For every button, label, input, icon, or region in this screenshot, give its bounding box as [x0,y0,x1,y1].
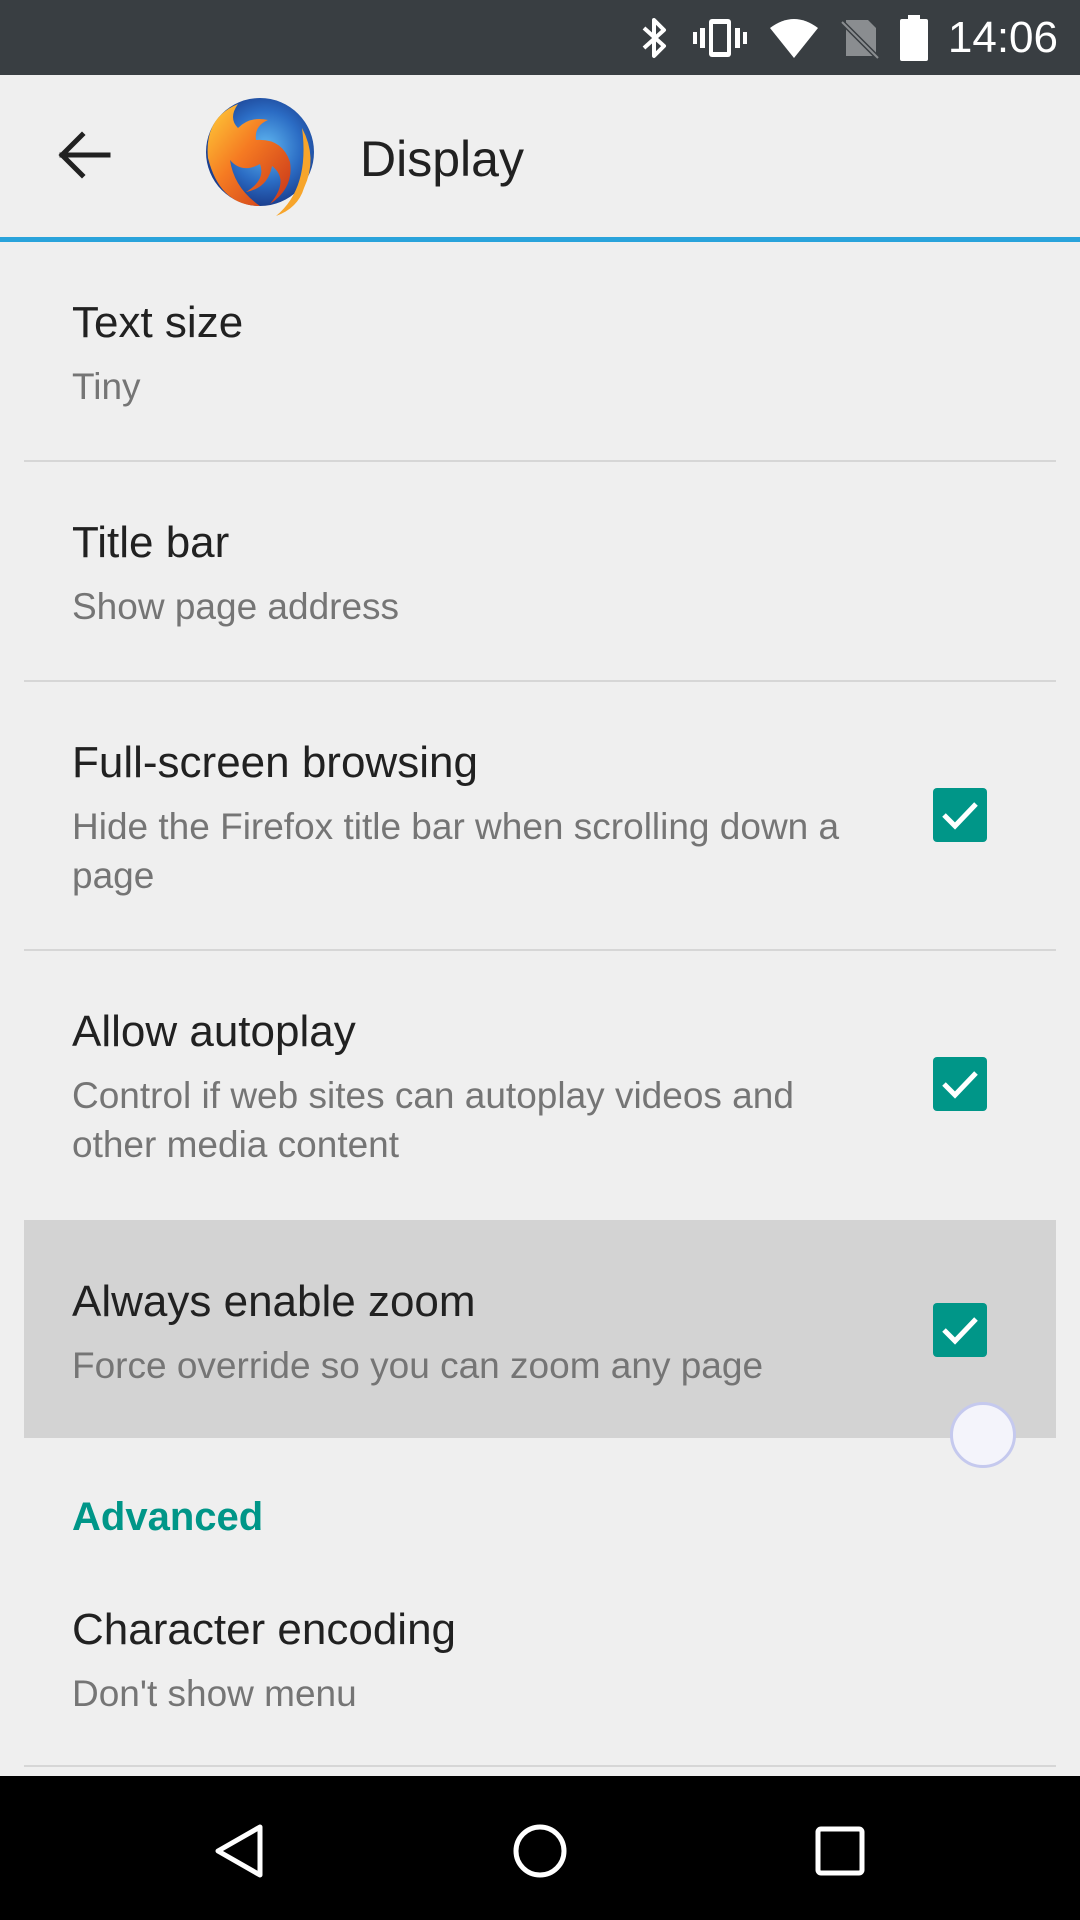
pref-always-enable-zoom[interactable]: Always enable zoom Force override so you… [24,1220,1056,1438]
pref-summary: Tiny [72,366,141,407]
divider [24,1765,1056,1767]
divider [24,949,1056,951]
nav-home-button[interactable] [495,1806,585,1896]
back-button[interactable] [44,115,124,195]
autoplay-checkbox[interactable] [933,1057,987,1111]
divider [24,460,1056,462]
app-bar-accent-line [0,237,1080,242]
no-sim-icon [840,16,880,60]
pref-title: Title bar [72,518,230,567]
full-screen-checkbox[interactable] [933,788,987,842]
back-nav-icon [215,1824,263,1878]
status-bar: 14:06 [0,0,1080,75]
status-time: 14:06 [947,12,1058,62]
section-header-advanced: Advanced [72,1495,264,1539]
bluetooth-icon [638,16,672,60]
pref-title-bar[interactable]: Title bar Show page address [24,463,1056,681]
pref-title: Always enable zoom [72,1277,476,1326]
app-bar [0,75,1080,238]
pref-allow-autoplay[interactable]: Allow autoplay Control if web sites can … [24,952,1056,1220]
pref-text-size[interactable]: Text size Tiny [24,243,1056,461]
nav-recents-button[interactable] [795,1806,885,1896]
firefox-logo [190,88,326,224]
pref-full-screen-browsing[interactable]: Full-screen browsing Hide the Firefox ti… [24,683,1056,951]
pref-title: Full-screen browsing [72,738,478,787]
nav-back-button[interactable] [195,1806,285,1896]
pref-summary: Force override so you can zoom any page [72,1345,764,1386]
pref-title: Character encoding [72,1605,457,1654]
divider [24,680,1056,682]
check-icon [942,1071,978,1099]
battery-icon [899,14,928,61]
touch-indicator [950,1402,1016,1468]
pref-character-encoding[interactable]: Character encoding Don't show menu [24,1560,1056,1766]
home-nav-icon [513,1824,567,1878]
check-icon [942,802,978,830]
pref-summary: Don't show menu [72,1673,357,1714]
pref-title: Text size [72,298,244,347]
check-icon [942,1317,978,1345]
pref-summary: Show page address [72,586,400,627]
back-arrow-icon [58,131,111,179]
recents-nav-icon [815,1826,865,1876]
vibrate-icon [692,16,748,60]
pref-summary: Control if web sites can autoplay videos… [72,1075,794,1165]
wifi-icon [768,16,820,60]
pref-title: Allow autoplay [72,1007,356,1056]
pref-summary: Hide the Firefox title bar when scrollin… [72,806,840,896]
zoom-checkbox[interactable] [933,1303,987,1357]
page-title: Display [360,131,524,187]
